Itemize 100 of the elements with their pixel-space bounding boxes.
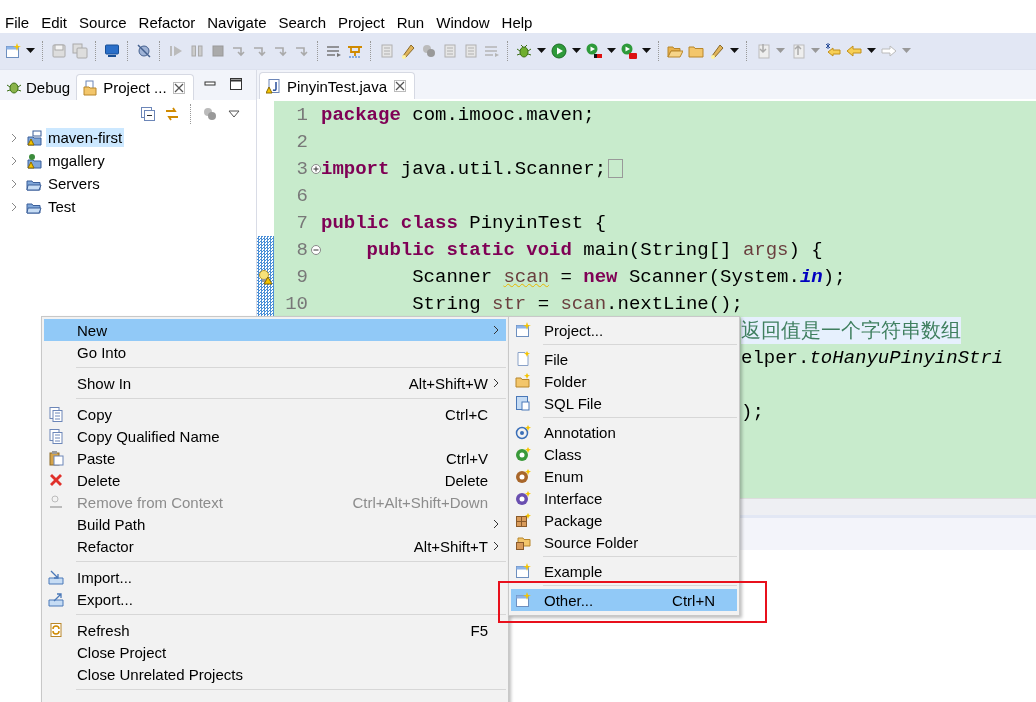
menu-item[interactable]: Close Project — [44, 641, 506, 663]
menu-item[interactable]: Import... — [44, 566, 506, 588]
debug-icon[interactable] — [516, 43, 532, 59]
menu-item[interactable]: Other... Ctrl+N — [511, 589, 737, 611]
enum-icon — [515, 468, 531, 484]
menu-item[interactable]: Build Path — [44, 513, 506, 535]
menu-item[interactable]: Go Into — [44, 341, 506, 363]
menu-bar-item[interactable]: Project — [333, 13, 392, 31]
import-icon — [48, 569, 64, 585]
tree-item[interactable]: mgallery — [46, 151, 107, 170]
collapse-all-icon[interactable] — [140, 106, 156, 122]
save-all-icon[interactable] — [72, 43, 88, 59]
refresh-icon — [48, 622, 64, 638]
save-icon[interactable] — [51, 43, 67, 59]
folder-icon — [83, 79, 100, 96]
menu-item[interactable]: Paste Ctrl+V — [44, 447, 506, 469]
tree-item[interactable]: maven-first — [46, 128, 125, 147]
interface-icon — [515, 490, 531, 506]
run-icon[interactable] — [551, 43, 567, 59]
line-number: 7 — [295, 211, 308, 234]
dropdown-caret-icon[interactable] — [730, 48, 739, 54]
menu-item[interactable]: Annotation — [511, 421, 737, 443]
new-file-icon — [515, 351, 531, 367]
maximize-icon[interactable] — [228, 76, 244, 92]
code-line: import java.util.Scanner; — [318, 157, 624, 180]
menu-bar-item[interactable]: Refactor — [133, 13, 203, 31]
menu-item[interactable]: Example — [511, 560, 737, 582]
line-number: 6 — [295, 184, 308, 207]
package-icon — [515, 512, 531, 528]
dropdown-caret-icon[interactable] — [642, 48, 651, 54]
close-icon[interactable] — [170, 79, 187, 96]
code-line: public class PinyinTest { — [320, 211, 607, 234]
bug-icon — [6, 79, 22, 95]
menu-item[interactable]: SQL File — [511, 392, 737, 414]
export-icon — [48, 591, 64, 607]
line-number: 3 — [295, 157, 308, 180]
code-line: String str = scan.nextLine(); — [411, 292, 743, 315]
copy-icon — [48, 428, 64, 444]
folded-code-box[interactable] — [608, 159, 624, 178]
dropdown-caret-icon[interactable] — [26, 48, 35, 54]
pause-icon[interactable] — [189, 43, 205, 59]
source-folder-icon — [515, 534, 531, 550]
new-wizard-icon[interactable] — [5, 43, 21, 59]
menu-item[interactable]: Delete Delete — [44, 469, 506, 491]
sql-file-icon — [515, 395, 531, 411]
annotation-icon — [515, 424, 531, 440]
menu-item[interactable]: Copy Qualified Name — [44, 425, 506, 447]
line-number: 10 — [284, 292, 308, 315]
new-wizard-icon — [515, 563, 531, 579]
menu-bar-item[interactable]: Window — [431, 13, 497, 31]
code-line: package com.imooc.maven; — [320, 103, 595, 126]
menu-bar-item[interactable]: Source — [74, 13, 134, 31]
copy-icon — [48, 406, 64, 422]
forward-arrow-icon[interactable] — [881, 43, 897, 59]
code-line: elper.toHanyuPinyinStri — [741, 346, 1004, 369]
close-icon[interactable] — [392, 78, 409, 94]
menu-item[interactable]: Source Folder — [511, 531, 737, 553]
code-line: ); — [741, 400, 764, 423]
class-icon — [515, 446, 531, 462]
menu-item[interactable]: Copy Ctrl+C — [44, 403, 506, 425]
monitor-icon[interactable] — [104, 43, 120, 59]
new-wizard-icon — [515, 322, 531, 338]
dropdown-caret-icon[interactable] — [572, 48, 581, 54]
highlighter-icon[interactable] — [400, 43, 416, 59]
menu-bar-item[interactable]: Run — [391, 13, 432, 31]
menu-item[interactable]: Project... — [511, 319, 737, 341]
tree-item[interactable]: Test — [46, 197, 78, 216]
menu-item[interactable]: File — [511, 348, 737, 370]
view-tab[interactable]: Debug — [0, 74, 77, 100]
delete-icon — [48, 472, 64, 488]
line-number: 9 — [295, 265, 308, 288]
menu-item[interactable]: Folder — [511, 370, 737, 392]
menu-item[interactable]: Refresh F5 — [44, 619, 506, 641]
line-number: 8 — [295, 238, 308, 261]
menu-item[interactable]: Enum — [511, 465, 737, 487]
dropdown-caret-icon[interactable] — [867, 48, 876, 54]
menu-bar-item[interactable]: Search — [273, 13, 333, 31]
menu-bar-item[interactable]: Help — [496, 13, 540, 31]
menu-item[interactable]: Show In Alt+Shift+W — [44, 372, 506, 394]
tree-item[interactable]: Servers — [46, 174, 102, 193]
menu-item[interactable]: Close Unrelated Projects — [44, 663, 506, 685]
menu-item[interactable]: Refactor Alt+Shift+T — [44, 535, 506, 557]
dropdown-caret-icon[interactable] — [537, 48, 546, 54]
menu-bar-item[interactable]: Edit — [36, 13, 75, 31]
view-tab[interactable]: Project ... — [76, 74, 194, 100]
menu-item[interactable]: Class — [511, 443, 737, 465]
resume-icon[interactable] — [168, 43, 184, 59]
project-icon — [26, 152, 42, 169]
menu-bar-item[interactable]: Navigate — [202, 13, 274, 31]
editor-tab[interactable]: PinyinTest.java — [259, 72, 416, 99]
menu-item[interactable]: Package — [511, 509, 737, 531]
menu-bar-item[interactable]: File — [0, 13, 37, 31]
dropdown-caret-icon[interactable] — [607, 48, 616, 54]
menu-item[interactable]: Interface — [511, 487, 737, 509]
stop-icon[interactable] — [210, 43, 226, 59]
menu-item[interactable]: New — [44, 319, 506, 341]
menu-item[interactable]: Export... — [44, 588, 506, 610]
code-line: public static void main(String[] args) { — [365, 238, 823, 261]
pen-icon[interactable] — [709, 43, 725, 59]
back-arrow-icon[interactable] — [846, 43, 862, 59]
